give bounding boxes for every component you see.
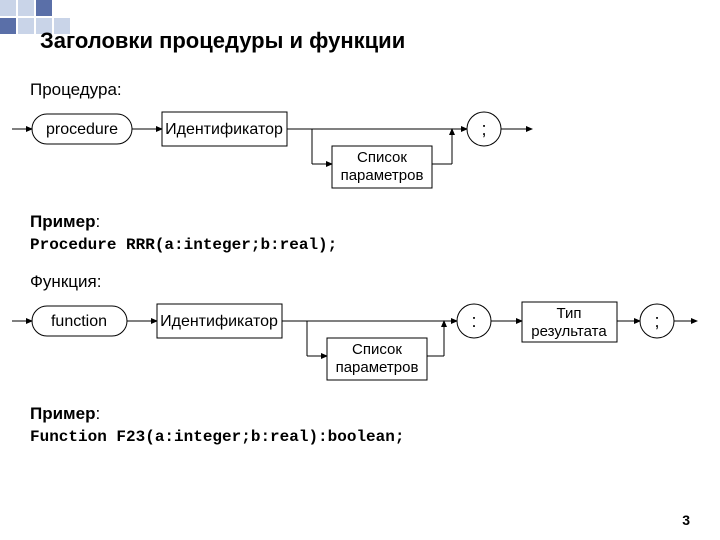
procedure-label: Процедура:: [30, 80, 690, 100]
text-params-f-l2: параметров: [336, 359, 419, 376]
page-title: Заголовки процедуры и функции: [40, 28, 405, 54]
text-params-l1: Список: [357, 149, 407, 166]
function-example-label: Пример:: [30, 404, 690, 424]
procedure-diagram: procedure Идентификатор Список параметро…: [12, 104, 690, 204]
text-procedure-keyword: procedure: [46, 121, 118, 138]
function-example-code: Function F23(a:integer;b:real):boolean;: [30, 428, 690, 446]
function-label: Функция:: [30, 272, 690, 292]
text-colon: :: [471, 311, 476, 331]
procedure-example-label: Пример:: [30, 212, 690, 232]
function-diagram: function Идентификатор Список параметров…: [12, 296, 690, 396]
text-semicolon-f: ;: [654, 311, 659, 331]
slide-content: Процедура: procedure Идентификатор: [30, 74, 690, 460]
text-result-l2: результата: [531, 323, 607, 340]
text-identifier: Идентификатор: [165, 121, 283, 138]
page-number: 3: [682, 512, 690, 528]
text-function-keyword: function: [51, 313, 107, 330]
text-params-l2: параметров: [341, 167, 424, 184]
procedure-example-code: Procedure RRR(a:integer;b:real);: [30, 236, 690, 254]
text-semicolon: ;: [481, 119, 486, 139]
text-params-f-l1: Список: [352, 341, 402, 358]
text-result-l1: Тип: [556, 305, 581, 322]
text-identifier-f: Идентификатор: [160, 313, 278, 330]
